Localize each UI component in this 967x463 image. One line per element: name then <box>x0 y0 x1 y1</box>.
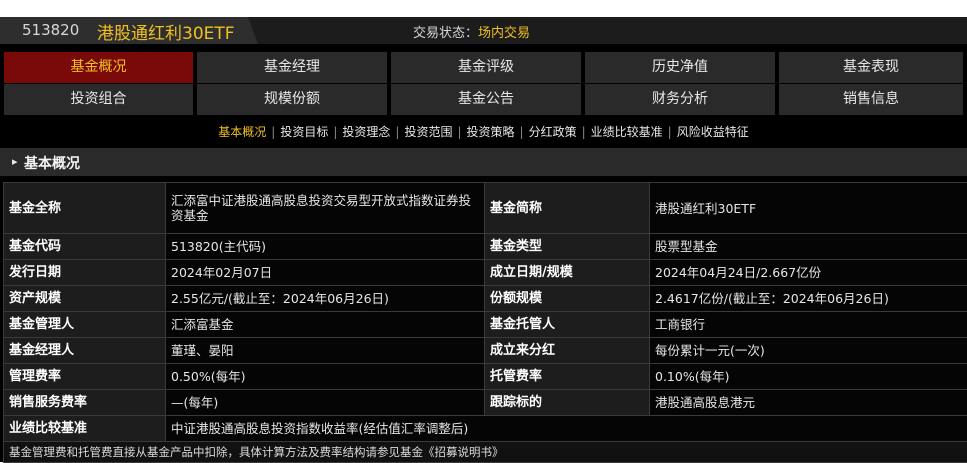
fund-name: 港股通红利30ETF <box>97 19 235 44</box>
subnav-investment-scope[interactable]: 投资范围 <box>404 125 452 139</box>
establish-value: 2024年04月24日/2.667亿份 <box>650 260 967 286</box>
subnav-separator: | <box>663 125 677 139</box>
subnav-investment-objective[interactable]: 投资目标 <box>280 125 328 139</box>
subnav-benchmark[interactable]: 业绩比较基准 <box>591 125 663 139</box>
issue-date-label: 发行日期 <box>4 260 166 286</box>
short-name-label: 基金简称 <box>485 183 650 234</box>
top-margin <box>0 0 967 17</box>
trade-status-label: 交易状态： <box>413 26 478 41</box>
sub-navigation: 基本概况|投资目标|投资理念|投资范围|投资策略|分红政策|业绩比较基准|风险收… <box>0 122 967 142</box>
fund-code-label: 基金代码 <box>4 234 166 260</box>
sales-fee-value: —(每年) <box>166 390 485 416</box>
subnav-separator: | <box>452 125 466 139</box>
dividend-value: 每份累计一元(一次) <box>650 338 967 364</box>
asset-scale-value: 2.55亿元/(截止至：2024年06月26日) <box>166 286 485 312</box>
subnav-separator: | <box>515 125 529 139</box>
custodian-value: 工商银行 <box>650 312 967 338</box>
table-row: 资产规模 2.55亿元/(截止至：2024年06月26日) 份额规模 2.461… <box>4 286 967 312</box>
tab-sales-info[interactable]: 销售信息 <box>779 84 963 115</box>
subnav-separator: | <box>328 125 342 139</box>
mgmt-fee-label: 管理费率 <box>4 364 166 390</box>
fund-managers-label: 基金经理人 <box>4 338 166 364</box>
benchmark-value: 中证港股通高股息投资指数收益率(经估值汇率调整后) <box>166 416 967 442</box>
subnav-separator: | <box>390 125 404 139</box>
tab-announcements[interactable]: 基金公告 <box>391 84 581 115</box>
fund-manager-co-value: 汇添富基金 <box>166 312 485 338</box>
fund-type-value: 股票型基金 <box>650 234 967 260</box>
dividend-label: 成立来分红 <box>485 338 650 364</box>
fund-managers-value: 董瑾、晏阳 <box>166 338 485 364</box>
nav-row-1: 基金概况 基金经理 基金评级 历史净值 基金表现 <box>0 52 967 83</box>
caret-right-icon: ▸ <box>12 155 18 168</box>
custodian-label: 基金托管人 <box>485 312 650 338</box>
table-row: 业绩比较基准 中证港股通高股息投资指数收益率(经估值汇率调整后) <box>4 416 967 442</box>
tab-fund-performance[interactable]: 基金表现 <box>779 52 963 83</box>
tab-financial-analysis[interactable]: 财务分析 <box>585 84 775 115</box>
section-title: 基本概况 <box>24 153 80 173</box>
table-row: 销售服务费率 —(每年) 跟踪标的 港股通高股息港元 <box>4 390 967 416</box>
subnav-investment-strategy[interactable]: 投资策略 <box>467 125 515 139</box>
title-bar: 513820 港股通红利30ETF 交易状态：场内交易 <box>0 17 967 44</box>
tracking-value: 港股通高股息港元 <box>650 390 967 416</box>
tab-portfolio[interactable]: 投资组合 <box>4 84 193 115</box>
trade-status: 交易状态：场内交易 <box>413 22 530 41</box>
full-name-label: 基金全称 <box>4 183 166 234</box>
establish-label: 成立日期/规模 <box>485 260 650 286</box>
tab-fund-manager[interactable]: 基金经理 <box>197 52 387 83</box>
short-name-value: 港股通红利30ETF <box>650 183 967 234</box>
custody-fee-value: 0.10%(每年) <box>650 364 967 390</box>
sales-fee-label: 销售服务费率 <box>4 390 166 416</box>
table-row: 基金代码 513820(主代码) 基金类型 股票型基金 <box>4 234 967 260</box>
fund-manager-co-label: 基金管理人 <box>4 312 166 338</box>
fund-info-table: 基金全称 汇添富中证港股通高股息投资交易型开放式指数证券投资基金 基金简称 港股… <box>3 182 967 463</box>
nav-row-2: 投资组合 规模份额 基金公告 财务分析 销售信息 <box>0 84 967 115</box>
subnav-basic-overview[interactable]: 基本概况 <box>218 125 266 139</box>
tracking-label: 跟踪标的 <box>485 390 650 416</box>
fee-footnote: 基金管理费和托管费直接从基金产品中扣除，具体计算方法及费率结构请参见基金《招募说… <box>4 442 967 463</box>
mgmt-fee-value: 0.50%(每年) <box>166 364 485 390</box>
table-row: 管理费率 0.50%(每年) 托管费率 0.10%(每年) <box>4 364 967 390</box>
fund-page: 513820 港股通红利30ETF 交易状态：场内交易 基金概况 基金经理 基金… <box>0 0 967 462</box>
asset-scale-label: 资产规模 <box>4 286 166 312</box>
subnav-risk-return[interactable]: 风险收益特征 <box>677 125 749 139</box>
tab-history-nav[interactable]: 历史净值 <box>585 52 775 83</box>
table-footnote-row: 基金管理费和托管费直接从基金产品中扣除，具体计算方法及费率结构请参见基金《招募说… <box>4 442 967 463</box>
section-header: ▸ 基本概况 <box>0 148 967 176</box>
benchmark-label: 业绩比较基准 <box>4 416 166 442</box>
table-row: 基金经理人 董瑾、晏阳 成立来分红 每份累计一元(一次) <box>4 338 967 364</box>
fund-code: 513820 <box>22 21 79 39</box>
table-row: 基金管理人 汇添富基金 基金托管人 工商银行 <box>4 312 967 338</box>
subnav-dividend-policy[interactable]: 分红政策 <box>529 125 577 139</box>
trade-status-value: 场内交易 <box>478 26 530 41</box>
custody-fee-label: 托管费率 <box>485 364 650 390</box>
table-row: 基金全称 汇添富中证港股通高股息投资交易型开放式指数证券投资基金 基金简称 港股… <box>4 183 967 234</box>
share-scale-label: 份额规模 <box>485 286 650 312</box>
fund-type-label: 基金类型 <box>485 234 650 260</box>
table-row: 发行日期 2024年02月07日 成立日期/规模 2024年04月24日/2.6… <box>4 260 967 286</box>
full-name-value: 汇添富中证港股通高股息投资交易型开放式指数证券投资基金 <box>166 183 485 234</box>
fund-code-value: 513820(主代码) <box>166 234 485 260</box>
tab-fund-overview[interactable]: 基金概况 <box>4 52 193 83</box>
subnav-separator: | <box>577 125 591 139</box>
subnav-investment-philosophy[interactable]: 投资理念 <box>342 125 390 139</box>
subnav-separator: | <box>266 125 280 139</box>
tab-fund-rating[interactable]: 基金评级 <box>391 52 581 83</box>
issue-date-value: 2024年02月07日 <box>166 260 485 286</box>
share-scale-value: 2.4617亿份/(截止至：2024年06月26日) <box>650 286 967 312</box>
tab-scale-shares[interactable]: 规模份额 <box>197 84 387 115</box>
